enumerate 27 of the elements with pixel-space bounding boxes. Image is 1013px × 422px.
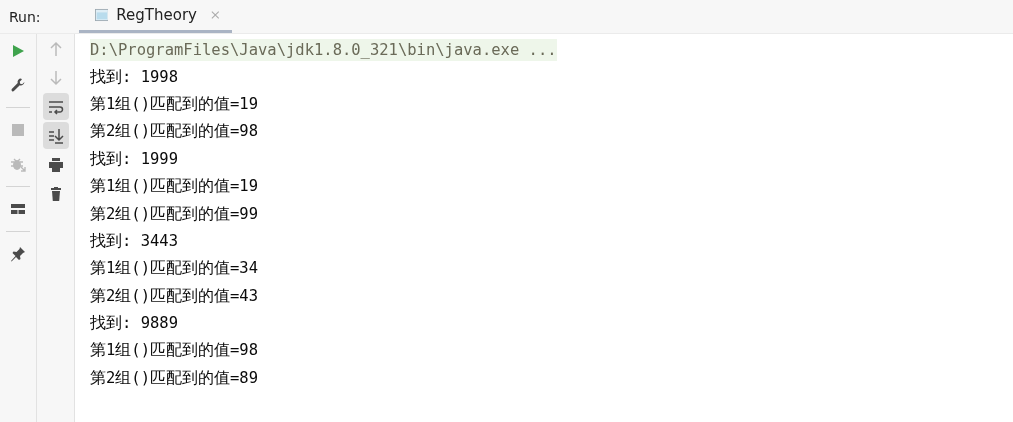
run-tab[interactable]: RegTheory — [78, 0, 232, 33]
pin-icon — [10, 246, 26, 262]
toolbar-button[interactable] — [42, 122, 69, 149]
run-label: Run: — [8, 8, 41, 25]
output-line: 找到: 1999 — [90, 148, 178, 170]
wrench-icon — [10, 77, 26, 93]
output-line: 第2组()匹配到的值=98 — [90, 121, 258, 143]
console-window-icon — [94, 8, 109, 22]
soft-wrap-icon — [47, 98, 64, 115]
output-line: 找到: 3443 — [90, 230, 178, 252]
output-line: 第2组()匹配到的值=89 — [90, 367, 258, 389]
output-line: 找到: 9889 — [90, 313, 178, 335]
output-line: 第2组()匹配到的值=99 — [90, 203, 258, 225]
output-line: 第1组()匹配到的值=34 — [90, 258, 258, 280]
bug-icon — [10, 156, 26, 172]
output-line: 第2组()匹配到的值=43 — [90, 285, 258, 307]
output-line: 第1组()匹配到的值=98 — [90, 340, 258, 362]
play-icon — [10, 43, 26, 59]
stop-icon — [10, 122, 26, 138]
down-arrow-icon — [47, 69, 64, 86]
scroll-to-end-icon — [47, 127, 64, 144]
toolbar-button[interactable] — [42, 93, 69, 120]
output-line: 找到: 1998 — [90, 66, 178, 88]
layout-icon — [10, 201, 26, 217]
printer-icon — [47, 156, 64, 173]
output-line: 第1组()匹配到的值=19 — [90, 93, 258, 115]
output-line: 第1组()匹配到的值=19 — [90, 176, 258, 198]
